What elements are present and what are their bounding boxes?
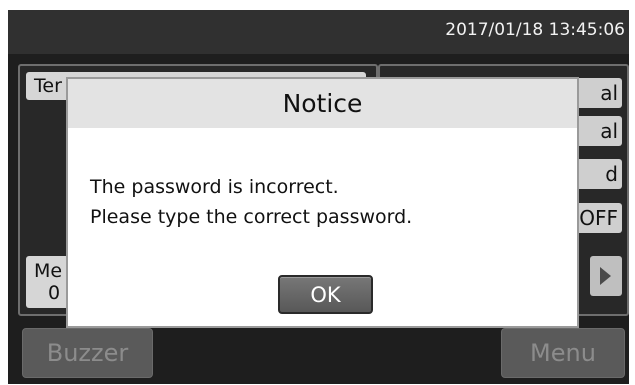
- next-page-button[interactable]: [590, 256, 622, 296]
- buzzer-button[interactable]: Buzzer: [22, 328, 153, 378]
- right-button-4-label: OFF: [579, 206, 618, 230]
- temperature-tab-label: Ter: [34, 75, 62, 97]
- datetime-display: 2017/01/18 13:45:06: [445, 20, 625, 40]
- right-button-3-label: d: [605, 162, 618, 186]
- status-bar: 2017/01/18 13:45:06: [8, 10, 629, 54]
- dialog-title: Notice: [68, 79, 577, 128]
- dialog-message-line-1: The password is incorrect.: [90, 176, 339, 198]
- ok-button-label: OK: [310, 283, 341, 307]
- ok-button[interactable]: OK: [278, 275, 373, 314]
- triangle-right-icon: [600, 267, 611, 285]
- right-button-2-label: al: [600, 119, 618, 143]
- notice-dialog: Notice The password is incorrect. Please…: [66, 77, 579, 328]
- right-button-1-label: al: [600, 81, 618, 105]
- buzzer-label: Buzzer: [46, 339, 129, 367]
- menu-button[interactable]: Menu: [501, 328, 625, 378]
- menu-label: Menu: [530, 339, 596, 367]
- dialog-message-line-2: Please type the correct password.: [90, 206, 413, 228]
